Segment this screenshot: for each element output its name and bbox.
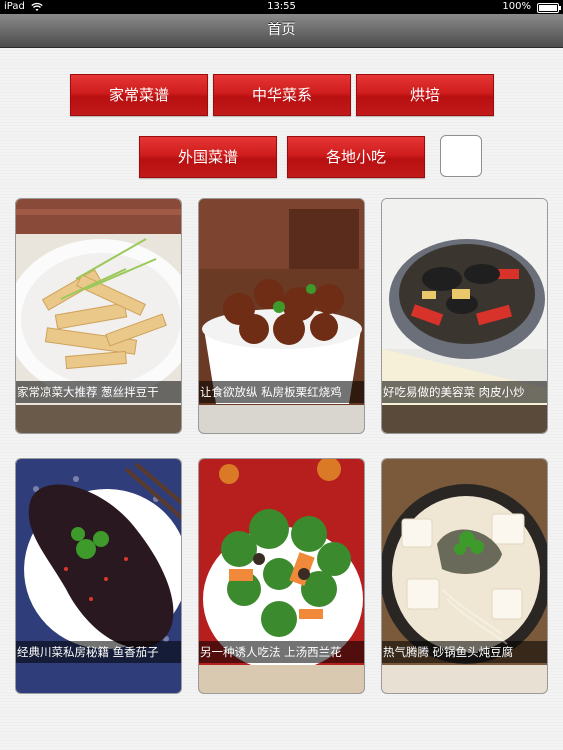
status-bar: iPad 13:55 100%: [0, 0, 563, 14]
battery-icon: [537, 3, 561, 13]
recipe-title: 让食欲放纵 私房板栗红烧鸡: [199, 381, 364, 403]
recipe-title: 好吃易做的美容菜 肉皮小炒: [382, 381, 547, 403]
category-button-foreign-cuisine[interactable]: 外国菜谱: [139, 136, 277, 178]
category-button-regional-snacks[interactable]: 各地小吃: [287, 136, 425, 178]
category-button-chinese-cuisine[interactable]: 中华菜系: [213, 74, 351, 116]
category-button-home-cooking[interactable]: 家常菜谱: [70, 74, 208, 116]
recipe-title: 另一种诱人吃法 上汤西兰花: [199, 641, 364, 663]
home-page: 家常菜谱 中华菜系 烘培 外国菜谱 各地小吃 家常凉菜大推荐 葱丝拌豆干 让食欲…: [0, 48, 563, 750]
status-time: 13:55: [267, 1, 296, 12]
category-button-baking[interactable]: 烘培: [356, 74, 494, 116]
recipe-card[interactable]: 另一种诱人吃法 上汤西兰花: [198, 458, 365, 694]
recipe-card[interactable]: 好吃易做的美容菜 肉皮小炒: [381, 198, 548, 434]
page-title: 首页: [267, 22, 296, 38]
recipe-card[interactable]: 让食欲放纵 私房板栗红烧鸡: [198, 198, 365, 434]
more-button[interactable]: [440, 135, 482, 177]
recipe-card[interactable]: 家常凉菜大推荐 葱丝拌豆干: [15, 198, 182, 434]
recipe-title: 家常凉菜大推荐 葱丝拌豆干: [16, 381, 181, 403]
nav-bar: 首页: [0, 14, 563, 48]
recipe-title: 热气腾腾 砂锅鱼头炖豆腐: [382, 641, 547, 663]
battery-percent: 100%: [502, 1, 531, 12]
recipe-card[interactable]: 热气腾腾 砂锅鱼头炖豆腐: [381, 458, 548, 694]
recipe-card[interactable]: 经典川菜私房秘籍 鱼香茄子: [15, 458, 182, 694]
recipe-title: 经典川菜私房秘籍 鱼香茄子: [16, 641, 181, 663]
